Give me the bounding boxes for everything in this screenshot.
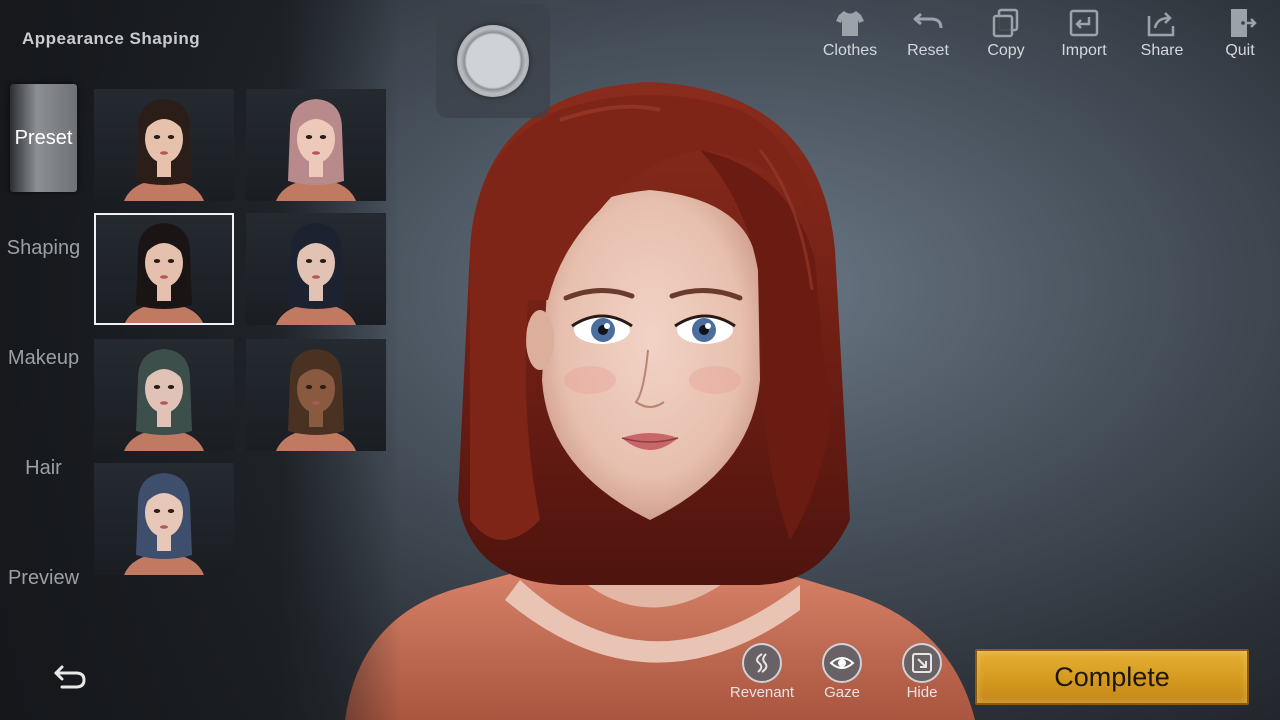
- revenant-button[interactable]: Revenant: [722, 643, 802, 705]
- preset-thumbnail[interactable]: [246, 339, 386, 451]
- preset-portrait-icon: [124, 99, 204, 201]
- preset-thumbnail-selected[interactable]: [94, 213, 234, 325]
- record-icon: [457, 25, 529, 97]
- preset-portrait-icon: [124, 223, 204, 325]
- nav-preview[interactable]: Preview: [8, 524, 79, 632]
- record-button[interactable]: [436, 4, 550, 118]
- share-button[interactable]: Share: [1122, 6, 1202, 70]
- quit-label: Quit: [1225, 42, 1255, 59]
- copy-label: Copy: [987, 42, 1025, 59]
- panel-title: Appearance Shaping: [22, 29, 201, 48]
- hide-button[interactable]: Hide: [882, 643, 962, 705]
- preset-thumbnail[interactable]: [94, 89, 234, 201]
- exit-door-icon: [1231, 9, 1257, 37]
- undo-icon: [913, 12, 943, 29]
- nav-preset[interactable]: Preset: [10, 84, 77, 192]
- preset-portrait-icon: [276, 99, 356, 201]
- shirt-icon: [836, 11, 864, 36]
- preset-thumbnail[interactable]: [246, 89, 386, 201]
- clothes-button[interactable]: Clothes: [810, 6, 890, 70]
- preset-portrait-icon: [124, 349, 204, 451]
- clothes-label: Clothes: [822, 42, 878, 59]
- back-arrow-icon: [54, 665, 86, 689]
- gaze-label: Gaze: [824, 684, 860, 701]
- share-icon: [1147, 12, 1175, 37]
- revenant-icon: [756, 653, 768, 673]
- preset-portrait-icon: [276, 349, 356, 451]
- nav-shaping[interactable]: Shaping: [7, 194, 80, 302]
- revenant-label: Revenant: [729, 684, 795, 701]
- preset-portrait-icon: [276, 223, 356, 325]
- reset-label: Reset: [907, 42, 949, 59]
- nav-makeup[interactable]: Makeup: [8, 304, 79, 412]
- hide-label: Hide: [906, 684, 938, 701]
- import-button[interactable]: Import: [1044, 6, 1124, 70]
- copy-button[interactable]: Copy: [966, 6, 1046, 70]
- preset-portrait-icon: [124, 473, 204, 575]
- quit-button[interactable]: Quit: [1200, 6, 1280, 70]
- back-button[interactable]: [50, 656, 90, 696]
- import-label: Import: [1061, 42, 1107, 59]
- collapse-icon: [912, 653, 932, 673]
- preset-thumbnail[interactable]: [94, 339, 234, 451]
- nav-hair[interactable]: Hair: [10, 414, 77, 522]
- complete-button[interactable]: Complete: [975, 649, 1249, 705]
- copy-icon: [992, 8, 1019, 38]
- gaze-button[interactable]: Gaze: [802, 643, 882, 705]
- eye-icon: [829, 657, 855, 669]
- reset-button[interactable]: Reset: [888, 6, 968, 70]
- preset-thumbnail[interactable]: [94, 463, 234, 575]
- preset-thumbnail[interactable]: [246, 213, 386, 325]
- share-label: Share: [1140, 42, 1184, 59]
- import-icon: [1069, 9, 1099, 37]
